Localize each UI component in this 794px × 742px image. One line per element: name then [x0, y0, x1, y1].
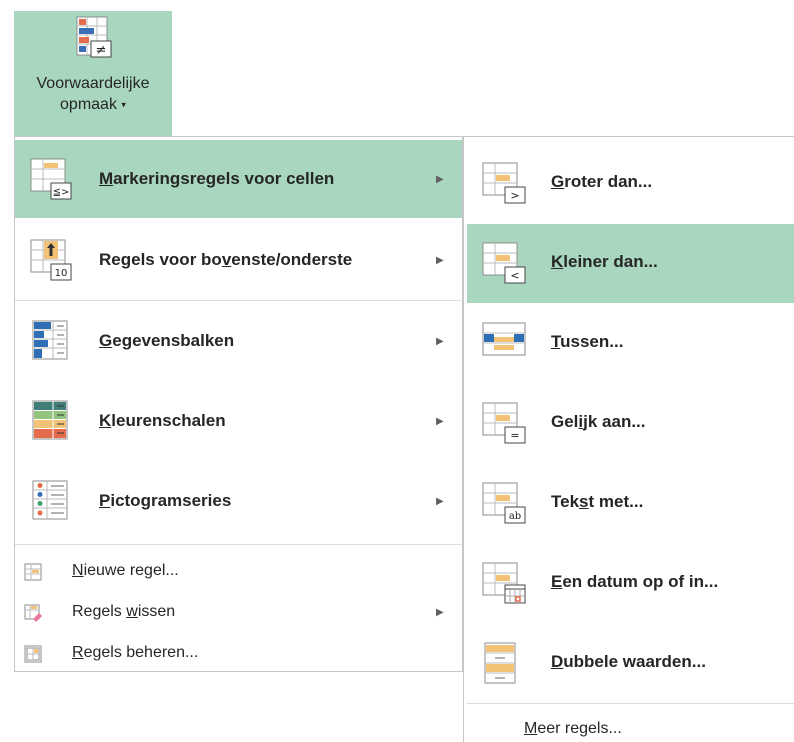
menu-item-icon-sets[interactable]: Pictogramseries ▶ [15, 462, 462, 540]
menu-item-label: Kleurenschalen [99, 411, 226, 430]
less-than-icon: < [481, 241, 527, 287]
conditional-formatting-label: Voorwaardelijke opmaak ▾ [36, 75, 150, 113]
menu-item-label: Gegevensbalken [99, 331, 235, 350]
highlight-cells-rules-submenu: > Groter dan... < Kleiner dan... Tussen.… [463, 136, 794, 742]
svg-text:ab: ab [509, 511, 521, 522]
menu-item-label: Regels voor bovenste/onderste [99, 250, 353, 269]
menu-item-label: Pictogramseries [99, 491, 232, 510]
svg-text:≦>: ≦> [53, 187, 70, 198]
menu-item-data-bars[interactable]: Gegevensbalken ▶ [15, 302, 462, 380]
manage-rules-icon [24, 645, 42, 663]
submenu-item-equal-to[interactable]: = Gelijk aan... [467, 384, 794, 463]
submenu-item-greater-than[interactable]: > Groter dan... [467, 144, 794, 223]
submenu-item-between[interactable]: Tussen... [467, 304, 794, 383]
icon-sets-icon [29, 479, 73, 523]
submenu-item-label: Kleiner dan... [551, 252, 658, 271]
submenu-item-label: Gelijk aan... [551, 412, 646, 431]
conditional-formatting-button[interactable]: ≠ Voorwaardelijke opmaak ▾ [14, 11, 172, 136]
menu-separator [15, 300, 462, 301]
conditional-formatting-menu: ≦> Markeringsregels voor cellen ▶ 10 Reg… [14, 136, 463, 672]
submenu-arrow-icon: ▶ [436, 254, 444, 266]
top-bottom-rules-icon: 10 [29, 238, 73, 282]
submenu-arrow-icon: ▶ [436, 335, 444, 347]
submenu-item-label: Een datum op of in... [551, 572, 719, 591]
menu-item-label: Regels beheren... [72, 644, 199, 661]
highlight-rules-icon: ≦> [29, 157, 73, 201]
submenu-item-label: Groter dan... [551, 172, 653, 191]
submenu-item-less-than[interactable]: < Kleiner dan... [467, 224, 794, 303]
submenu-item-label: Dubbele waarden... [551, 652, 706, 671]
svg-text:>: > [510, 189, 519, 202]
menu-item-manage-rules[interactable]: Regels beheren... [15, 634, 462, 674]
submenu-arrow-icon: ▶ [436, 415, 444, 427]
data-bars-icon [29, 319, 73, 363]
submenu-arrow-icon: ▶ [436, 495, 444, 507]
svg-text:10: 10 [55, 268, 68, 279]
svg-text:<: < [510, 269, 519, 282]
color-scales-icon [29, 399, 73, 443]
submenu-arrow-icon: ▶ [436, 173, 444, 185]
greater-than-icon: > [481, 161, 527, 207]
submenu-item-date-occurring[interactable]: Een datum op of in... [467, 544, 794, 623]
menu-item-new-rule[interactable]: Nieuwe regel... [15, 552, 462, 592]
date-occurring-icon [481, 561, 527, 607]
menu-separator [15, 544, 462, 545]
submenu-item-label: Tussen... [551, 332, 624, 351]
more-rules-link[interactable]: Meer regels... [524, 720, 622, 738]
new-rule-icon [24, 563, 42, 581]
submenu-separator [467, 703, 794, 704]
submenu-item-duplicate-values[interactable]: Dubbele waarden... [467, 624, 794, 703]
submenu-arrow-icon: ▶ [436, 607, 444, 618]
between-icon [481, 321, 527, 367]
menu-item-top-bottom-rules[interactable]: 10 Regels voor bovenste/onderste ▶ [15, 221, 462, 299]
menu-item-label: Regels wissen [72, 603, 176, 620]
dropdown-caret-icon: ▾ [121, 99, 126, 110]
menu-item-highlight-cells-rules[interactable]: ≦> Markeringsregels voor cellen ▶ [15, 140, 462, 218]
menu-item-label: Nieuwe regel... [72, 562, 179, 579]
menu-item-color-scales[interactable]: Kleurenschalen ▶ [15, 382, 462, 460]
text-contains-icon: ab [481, 481, 527, 527]
menu-item-label: Markeringsregels voor cellen [99, 169, 335, 188]
submenu-item-text-contains[interactable]: ab Tekst met... [467, 464, 794, 543]
conditional-formatting-icon: ≠ [71, 15, 115, 69]
menu-item-clear-rules[interactable]: Regels wissen ▶ [15, 593, 462, 633]
svg-text:=: = [510, 429, 519, 442]
submenu-item-label: Tekst met... [551, 492, 644, 511]
clear-rules-icon [24, 604, 42, 622]
svg-text:≠: ≠ [96, 43, 107, 58]
equal-to-icon: = [481, 401, 527, 447]
duplicate-values-icon [481, 641, 527, 687]
